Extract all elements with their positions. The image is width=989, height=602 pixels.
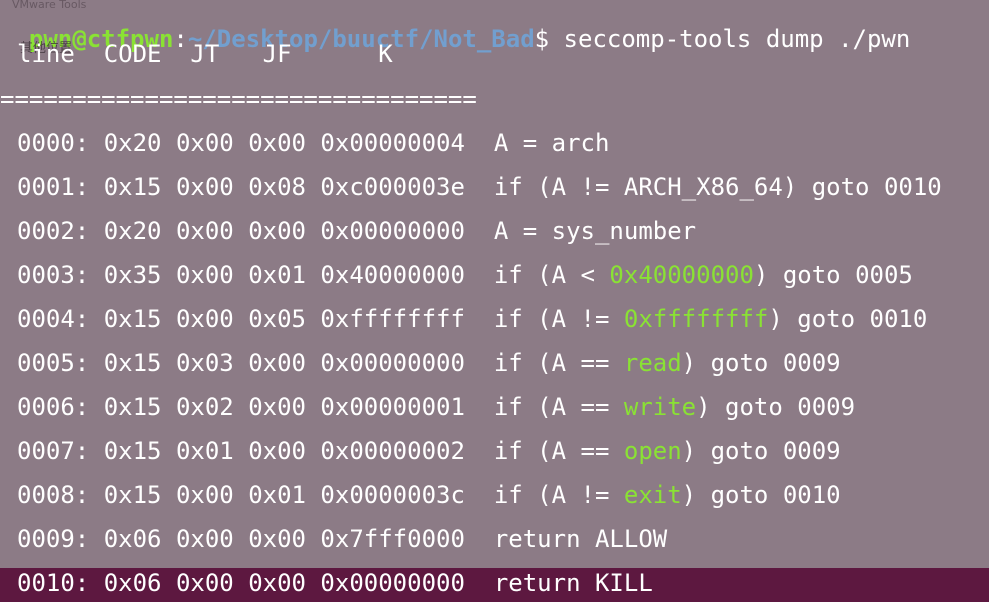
row-text: 0007: 0x15 0x01 0x00 0x00000002 if (A == bbox=[17, 437, 624, 465]
row-highlight: 0x40000000 bbox=[609, 261, 754, 289]
row-text: 0008: 0x15 0x00 0x01 0x0000003c if (A != bbox=[17, 481, 624, 509]
row-highlight: open bbox=[623, 437, 682, 465]
dump-row: 0002: 0x20 0x00 0x00 0x00000000 A = sys_… bbox=[17, 217, 696, 245]
dump-row: 0008: 0x15 0x00 0x01 0x0000003c if (A !=… bbox=[17, 481, 841, 509]
dump-row: 0004: 0x15 0x00 0x05 0xffffffff if (A !=… bbox=[17, 305, 927, 333]
row-text: 0006: 0x15 0x02 0x00 0x00000001 if (A == bbox=[17, 393, 624, 421]
row-text: 0005: 0x15 0x03 0x00 0x00000000 if (A == bbox=[17, 349, 624, 377]
row-text: 0003: 0x35 0x00 0x01 0x40000000 if (A < bbox=[17, 261, 610, 289]
dump-row: 0003: 0x35 0x00 0x01 0x40000000 if (A < … bbox=[17, 261, 913, 289]
row-text: 0000: 0x20 0x00 0x00 0x00000004 A = arch bbox=[17, 129, 610, 157]
row-suffix: ) goto 0010 bbox=[681, 481, 841, 509]
dump-row: 0010: 0x06 0x00 0x00 0x00000000 return K… bbox=[17, 569, 653, 597]
row-text: 0010: 0x06 0x00 0x00 0x00000000 return K… bbox=[17, 569, 653, 597]
dump-row: 0007: 0x15 0x01 0x00 0x00000002 if (A ==… bbox=[17, 437, 841, 465]
dump-row: 0006: 0x15 0x02 0x00 0x00000001 if (A ==… bbox=[17, 393, 855, 421]
row-highlight: exit bbox=[623, 481, 682, 509]
row-highlight: write bbox=[623, 393, 697, 421]
prompt-symbol: $ bbox=[534, 25, 550, 53]
dump-row: 0009: 0x06 0x00 0x00 0x7fff0000 return A… bbox=[17, 525, 667, 553]
row-suffix: ) goto 0009 bbox=[681, 437, 841, 465]
dump-row: 0000: 0x20 0x00 0x00 0x00000004 A = arch bbox=[17, 129, 609, 157]
row-suffix: ) goto 0010 bbox=[768, 305, 928, 333]
row-text: 0002: 0x20 0x00 0x00 0x00000000 A = sys_… bbox=[17, 217, 697, 245]
row-text: 0004: 0x15 0x00 0x05 0xffffffff if (A != bbox=[17, 305, 624, 333]
row-suffix: ) goto 0009 bbox=[696, 393, 856, 421]
dump-header: line CODE JT JF K bbox=[17, 40, 393, 68]
dump-row: 0001: 0x15 0x00 0x08 0xc000003e if (A !=… bbox=[17, 173, 942, 201]
row-suffix: ) goto 0009 bbox=[681, 349, 841, 377]
dump-separator: ================================= bbox=[0, 85, 477, 113]
prompt-command: seccomp-tools dump ./pwn bbox=[549, 25, 911, 53]
dump-row: 0005: 0x15 0x03 0x00 0x00000000 if (A ==… bbox=[17, 349, 841, 377]
row-highlight: read bbox=[623, 349, 682, 377]
row-suffix: ) goto 0005 bbox=[753, 261, 913, 289]
row-text: 0009: 0x06 0x00 0x00 0x7fff0000 return A… bbox=[17, 525, 668, 553]
row-text: 0001: 0x15 0x00 0x08 0xc000003e if (A !=… bbox=[17, 173, 942, 201]
row-highlight: 0xffffffff bbox=[623, 305, 769, 333]
shell-prompt: pwn@ctfpwn:~/Desktop/buuctf/Not_Bad$ sec… bbox=[0, 0, 910, 53]
